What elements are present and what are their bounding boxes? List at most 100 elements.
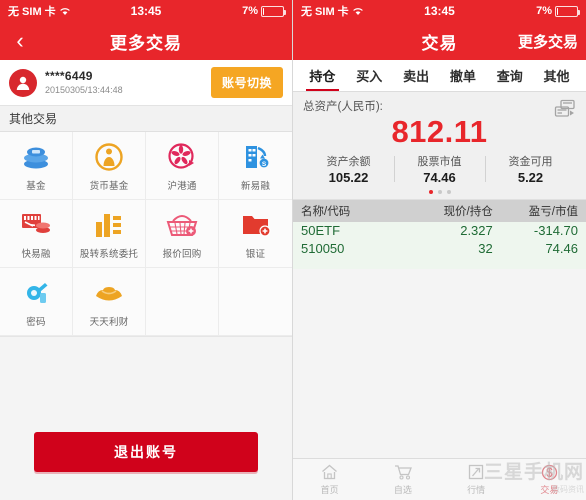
banknote-coins-icon (20, 208, 52, 242)
grid-cell-empty (146, 268, 219, 336)
grid-item-label: 银证 (245, 248, 266, 260)
grid-item-bank-securities[interactable]: 银证 (219, 200, 292, 268)
tab-cancel-order[interactable]: 撤单 (439, 60, 486, 91)
battery-area: 7% (536, 5, 580, 17)
person-circle-icon (94, 140, 124, 174)
column-header-price-qty: 现价/持仓 (443, 206, 493, 219)
holdings-table-header: 名称/代码 现价/持仓 盈亏/市值 (293, 200, 586, 223)
folder-plus-icon (241, 208, 271, 242)
grid-item-label: 快易融 (21, 248, 51, 260)
grid-item-label: 天天利财 (89, 316, 129, 328)
trade-tabs: 持仓 买入 卖出 撤单 查询 其他 (293, 60, 586, 92)
asset-summary-panel: 总资产(人民币): 812.11 资产余额 105.22 股票市值 74.46 … (293, 92, 586, 201)
asset-col-label: 股票市值 (417, 156, 462, 169)
bottom-nav-home[interactable]: 首页 (293, 463, 366, 496)
dollar-circle-icon (541, 463, 558, 481)
cell-quantity: 32 (478, 241, 493, 257)
column-header-pnl-value: 盈亏/市值 (528, 206, 578, 219)
cell-code: 510050 (301, 241, 345, 257)
bottom-nav-label: 行情 (467, 485, 486, 495)
page-indicator-dots (303, 190, 576, 195)
battery-percent: 7% (242, 5, 258, 17)
bottom-nav-label: 交易 (540, 485, 559, 495)
cell-pnl: -314.70 (533, 223, 578, 239)
home-icon (321, 463, 338, 481)
grid-item-fund[interactable]: 基金 (0, 132, 73, 200)
page-title: 更多交易 (110, 33, 182, 53)
grid-item-label: 新易融 (240, 180, 271, 192)
grid-item-password[interactable]: 密码 (0, 268, 73, 336)
right-navbar: 交易 更多交易 (293, 22, 586, 60)
grid-item-new-financing[interactable]: S 新易融 (219, 132, 292, 200)
battery-area: 7% (242, 5, 286, 17)
cell-market-value: 74.46 (545, 241, 578, 257)
grid-item-label: 股转系统委托 (79, 248, 139, 260)
tab-other[interactable]: 其他 (533, 60, 580, 91)
table-row[interactable]: 50ETF 2.327 -314.70 (293, 222, 586, 240)
grid-item-neeq-order[interactable]: 股转系统委托 (73, 200, 146, 268)
left-status-bar: 无 SIM 卡 13:45 7% (0, 0, 292, 22)
account-text: ****6449 20150305/13:44:48 (45, 69, 123, 96)
switch-account-button[interactable]: 账号切换 (210, 67, 283, 98)
svg-text:S: S (261, 161, 266, 168)
bottom-nav-trade[interactable]: 交易 (513, 463, 586, 496)
page-dot[interactable] (446, 190, 451, 195)
right-phone-screen: 无 SIM 卡 13:45 7% 交易 更多交易 持仓 买入 卖出 撤单 查询 … (293, 0, 586, 500)
account-login-time: 20150305/13:44:48 (45, 84, 123, 95)
left-navbar: ‹ 更多交易 (0, 22, 292, 60)
asset-col-available-funds: 资金可用 5.22 (485, 153, 576, 185)
section-title-other-trades: 其他交易 (0, 106, 292, 132)
total-assets-label: 总资产(人民币): (303, 101, 383, 113)
right-status-bar: 无 SIM 卡 13:45 7% (293, 0, 586, 22)
trend-arrow-icon (468, 463, 485, 481)
services-grid: 基金 货币基金 沪港通 S 新易融 快易融 股转系统委托 报价回购 银证 密码 … (0, 132, 292, 337)
grid-cell-empty (219, 268, 292, 336)
grid-item-quick-financing[interactable]: 快易融 (0, 200, 73, 268)
battery-icon (261, 5, 286, 17)
building-dollar-icon: S (241, 140, 271, 174)
bottom-nav-quotes[interactable]: 行情 (440, 463, 513, 496)
grid-item-label: 密码 (26, 316, 46, 328)
gold-ingot-icon (93, 276, 125, 310)
tab-holdings[interactable]: 持仓 (299, 60, 346, 91)
bottom-navigation: 首页 自选 行情 交易 (293, 458, 586, 500)
page-dot[interactable] (437, 190, 442, 195)
tab-sell[interactable]: 卖出 (393, 60, 440, 91)
grid-item-label: 基金 (26, 180, 46, 192)
table-row[interactable]: 510050 32 74.46 (293, 240, 586, 258)
card-switch-icon[interactable] (554, 99, 576, 126)
dual-screenshot: 无 SIM 卡 13:45 7% ‹ 更多交易 ****6449 2015030… (0, 0, 586, 500)
grid-item-hk-connect[interactable]: 沪港通 (146, 132, 219, 200)
bottom-nav-watchlist[interactable]: 自选 (366, 463, 439, 496)
cell-price: 2.327 (460, 223, 493, 239)
grid-item-daily-wealth[interactable]: 天天利财 (73, 268, 146, 336)
more-trades-button[interactable]: 更多交易 (518, 31, 586, 52)
holdings-table-body: 50ETF 2.327 -314.70 510050 32 74.46 (293, 222, 586, 269)
asset-col-label: 资产余额 (326, 156, 371, 169)
grid-item-label: 报价回购 (162, 248, 202, 260)
account-strip: ****6449 20150305/13:44:48 账号切换 (0, 60, 292, 106)
battery-icon (555, 5, 580, 17)
tab-buy[interactable]: 买入 (346, 60, 393, 91)
grid-item-label: 货币基金 (89, 180, 129, 192)
grid-item-money-fund[interactable]: 货币基金 (73, 132, 146, 200)
column-header-name-code: 名称/代码 (301, 206, 351, 219)
table-filler (293, 258, 586, 269)
asset-col-market-value: 股票市值 74.46 (394, 153, 485, 185)
total-assets-value: 812.11 (391, 114, 488, 149)
coins-stack-icon (20, 140, 52, 174)
bottom-nav-label: 自选 (393, 485, 412, 495)
tab-query[interactable]: 查询 (486, 60, 533, 91)
bottom-nav-label: 首页 (320, 485, 339, 495)
logout-area: 退出账号 (0, 432, 292, 472)
cart-icon (394, 463, 412, 481)
user-avatar-icon (9, 68, 37, 97)
left-phone-screen: 无 SIM 卡 13:45 7% ‹ 更多交易 ****6449 2015030… (0, 0, 293, 500)
grid-item-quote-repo[interactable]: 报价回购 (146, 200, 219, 268)
page-dot-active[interactable] (428, 190, 433, 195)
logout-button[interactable]: 退出账号 (34, 432, 258, 472)
lock-key-icon (21, 276, 51, 310)
bar-chart-icon (94, 208, 124, 242)
cell-name: 50ETF (301, 223, 341, 239)
asset-columns: 资产余额 105.22 股票市值 74.46 资金可用 5.22 (303, 153, 576, 185)
